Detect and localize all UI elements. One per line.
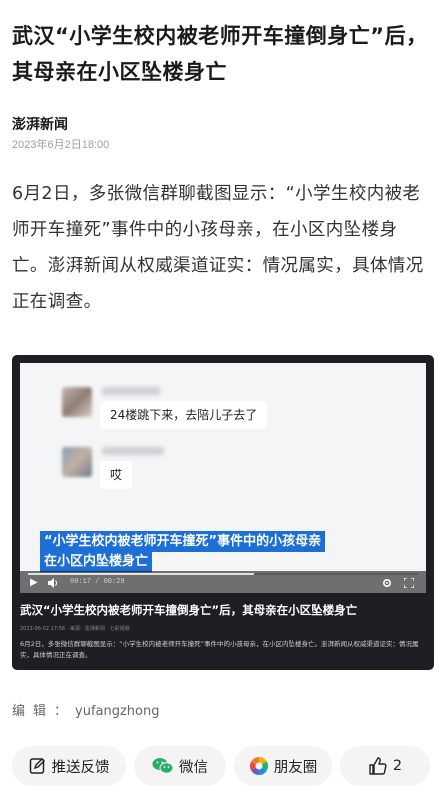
feedback-icon xyxy=(29,757,47,775)
video-player[interactable]: 24楼跳下来，去陪儿子去了 哎 “小学生校内被老师开车撞死”事件中的小孩母亲 在… xyxy=(20,363,426,593)
fullscreen-icon[interactable] xyxy=(403,577,415,591)
video-progress-bar[interactable] xyxy=(28,573,418,575)
like-count: 2 xyxy=(392,758,403,774)
video-progress-fill xyxy=(28,573,255,575)
play-icon[interactable]: ▶ xyxy=(30,578,38,588)
article-timestamp: 2023年6月2日18:00 xyxy=(12,139,110,151)
action-bar: 推送反馈 微信 朋友圈 2 xyxy=(12,746,430,786)
share-moments-button[interactable]: 朋友圈 xyxy=(234,746,332,786)
editor-name: yufangzhong xyxy=(75,704,160,719)
editor-label: 编辑： xyxy=(12,704,76,719)
chat-avatar xyxy=(62,447,92,477)
thumbs-up-icon xyxy=(368,756,388,776)
chat-sender-name-blurred xyxy=(102,387,160,395)
chat-bubble: 24楼跳下来，去陪儿子去了 xyxy=(100,401,268,429)
settings-icon[interactable] xyxy=(382,578,392,591)
moments-icon xyxy=(249,756,269,776)
video-caption-line-1: “小学生校内被老师开车撞死”事件中的小孩母亲 xyxy=(40,531,326,552)
video-meta: 2023-06-02 17:56 · 来源：澎湃新闻 · 七彩视频 xyxy=(20,626,130,632)
video-description: 6月2日，多张微信群聊截图显示：“小学生校内被老师开车撞死”事件中的小孩母亲，在… xyxy=(20,640,419,659)
video-time: 00:17 / 00:29 xyxy=(70,578,125,586)
moments-label: 朋友圈 xyxy=(273,759,318,776)
volume-icon[interactable] xyxy=(48,578,59,591)
chat-sender-name-blurred xyxy=(102,447,164,455)
like-button[interactable]: 2 xyxy=(340,746,430,786)
video-title[interactable]: 武汉“小学生校内被老师开车撞倒身亡”后，其母亲在小区坠楼身亡 xyxy=(20,601,426,619)
video-card[interactable]: 24楼跳下来，去陪儿子去了 哎 “小学生校内被老师开车撞死”事件中的小孩母亲 在… xyxy=(12,355,434,670)
video-caption-line-2: 在小区内坠楼身亡 xyxy=(40,551,153,572)
chat-avatar xyxy=(62,387,92,417)
wechat-icon xyxy=(152,757,174,775)
feedback-button[interactable]: 推送反馈 xyxy=(12,746,126,786)
article-title: 武汉“小学生校内被老师开车撞倒身亡”后，其母亲在小区坠楼身亡 xyxy=(12,24,428,84)
chat-bubble: 哎 xyxy=(100,461,133,489)
wechat-label: 微信 xyxy=(179,759,208,776)
editor-credit: 编辑：yufangzhong xyxy=(12,700,160,719)
article-body: 6月2日，多张微信群聊截图显示：“小学生校内被老师开车撞死”事件中的小孩母亲，在… xyxy=(12,184,424,312)
feedback-label: 推送反馈 xyxy=(51,759,110,776)
share-wechat-button[interactable]: 微信 xyxy=(134,746,226,786)
article-source[interactable]: 澎湃新闻 xyxy=(12,114,68,134)
video-controls: ▶ 00:17 / 00:29 xyxy=(20,571,426,593)
